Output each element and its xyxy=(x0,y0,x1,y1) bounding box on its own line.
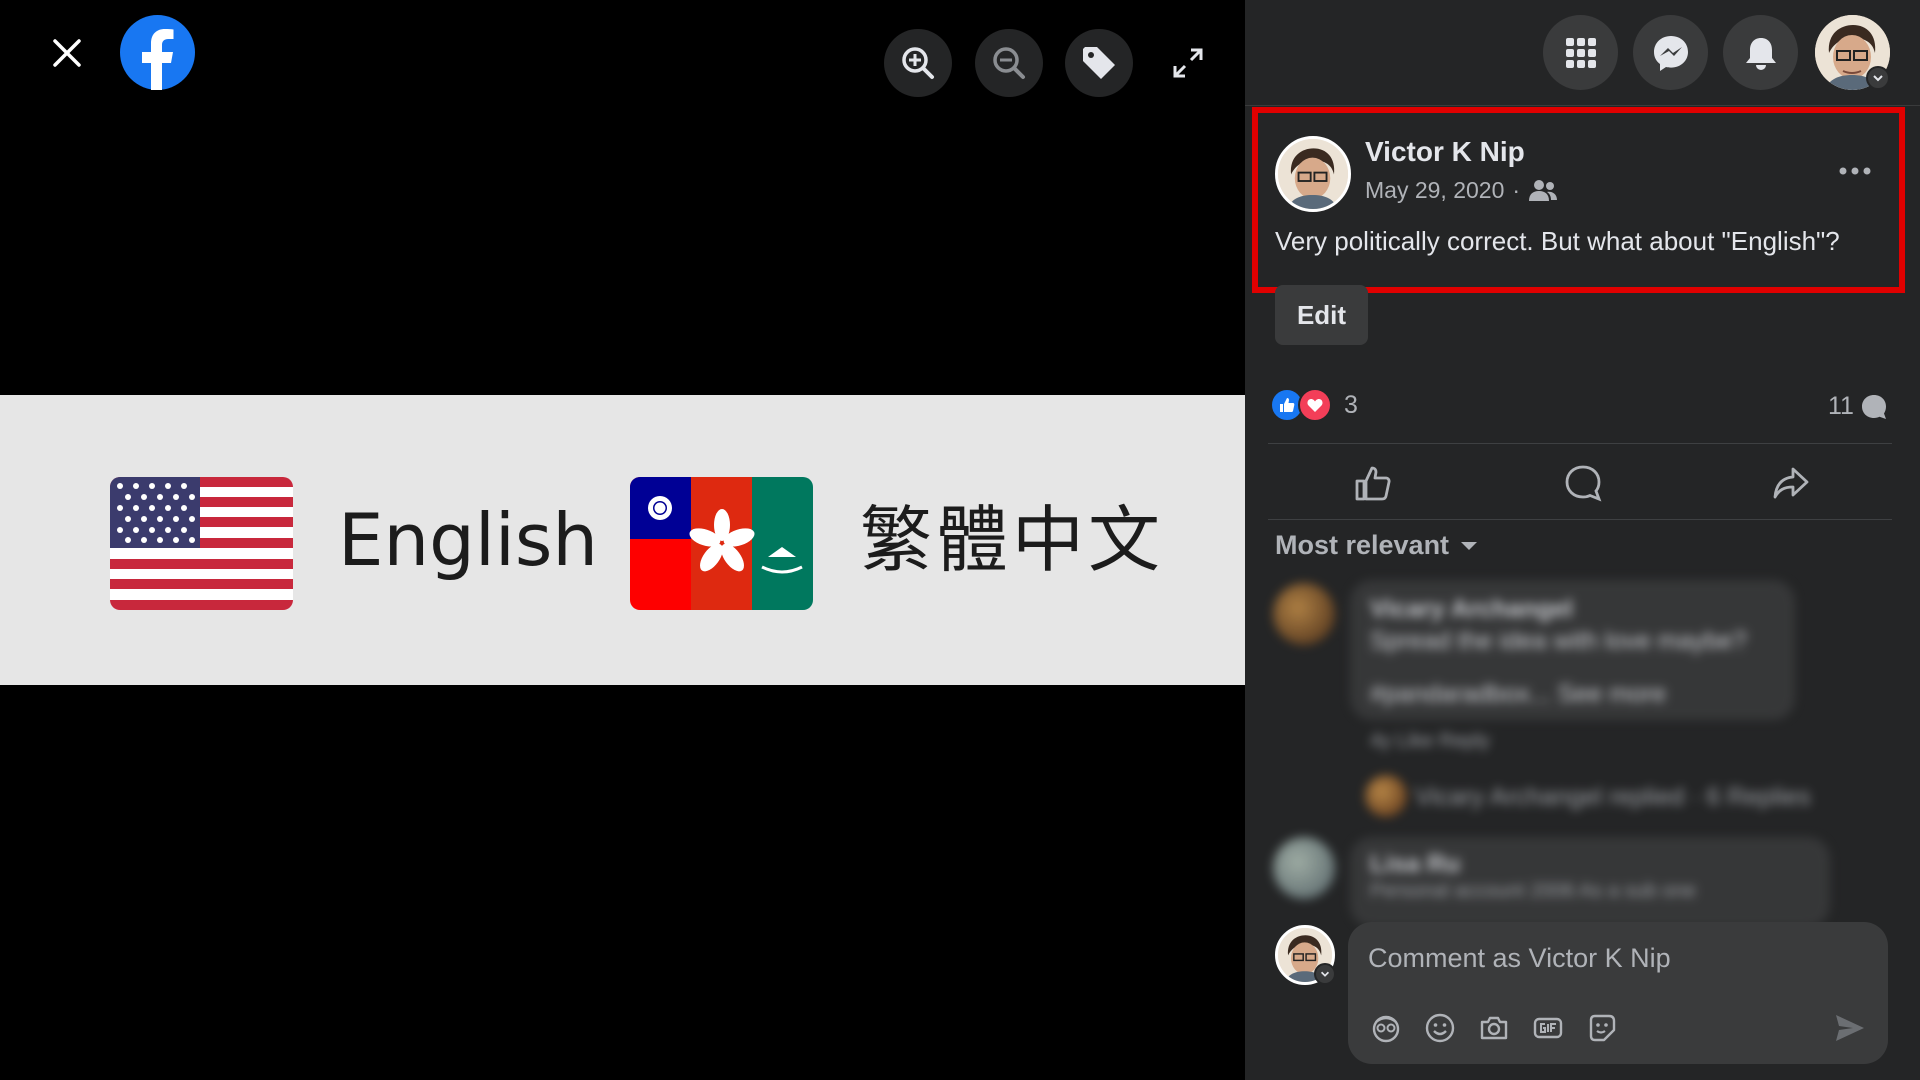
replies-summary: Vicary Archangel replied · 6 Replies xyxy=(1415,783,1811,811)
reaction-summary[interactable]: 3 xyxy=(1270,388,1358,422)
share-button[interactable] xyxy=(1768,460,1814,506)
divider xyxy=(1268,519,1892,520)
sort-label: Most relevant xyxy=(1275,530,1450,560)
account-menu-chevron[interactable] xyxy=(1866,66,1890,90)
bell-icon xyxy=(1745,37,1776,70)
composer-avatar-chevron[interactable] xyxy=(1314,963,1336,985)
comment-actions: 4y Like Reply xyxy=(1370,730,1491,752)
comment-text: Personal account 2006 As a sub one xyxy=(1370,880,1696,902)
grid-menu-icon xyxy=(1565,37,1596,68)
tag-button[interactable] xyxy=(1065,29,1133,97)
notifications-button[interactable] xyxy=(1723,15,1798,90)
comment-input[interactable] xyxy=(1368,938,1838,978)
chevron-down-icon xyxy=(1873,75,1883,82)
gif-button[interactable] xyxy=(1532,1012,1564,1044)
reaction-count: 3 xyxy=(1344,390,1358,419)
post-caption: Very politically correct. But what about… xyxy=(1275,226,1840,256)
tw-hk-mo-flag-image xyxy=(630,477,813,610)
traditional-chinese-label: 繁體中文 xyxy=(860,498,1165,582)
thumbs-up-icon xyxy=(1355,466,1391,501)
tag-icon xyxy=(1083,47,1115,79)
reply-avatar xyxy=(1365,775,1407,817)
messenger-button[interactable] xyxy=(1633,15,1708,90)
expand-icon xyxy=(1173,48,1203,78)
commenter-avatar xyxy=(1273,583,1335,645)
like-button[interactable] xyxy=(1350,460,1396,506)
meta-separator: · xyxy=(1512,177,1521,203)
commenter-name: Vicary Archangel xyxy=(1370,595,1573,623)
messenger-icon xyxy=(1653,35,1688,71)
zoom-out-button[interactable] xyxy=(975,29,1043,97)
composer-toolbar xyxy=(1370,1012,1618,1044)
zoom-in-icon xyxy=(902,47,934,79)
blurred-comments: Vicary Archangel Spread the idea with lo… xyxy=(1265,575,1905,927)
commenter-avatar xyxy=(1273,837,1335,899)
photo-button[interactable] xyxy=(1478,1012,1510,1044)
more-options-icon xyxy=(1839,167,1871,175)
gif-icon xyxy=(1533,1017,1563,1039)
us-flag-image xyxy=(110,477,293,610)
facebook-logo[interactable] xyxy=(120,15,195,90)
facebook-f-icon xyxy=(142,29,174,90)
post-meta: May 29, 2020 · xyxy=(1365,177,1558,204)
comment-bubble-icon xyxy=(1861,394,1886,419)
post-author-avatar[interactable] xyxy=(1275,136,1351,212)
post-author-name[interactable]: Victor K Nip xyxy=(1365,136,1525,168)
love-reaction-icon xyxy=(1298,388,1332,422)
combined-flag-icon xyxy=(630,477,813,610)
sticker-button[interactable] xyxy=(1586,1012,1618,1044)
post-options-button[interactable] xyxy=(1838,150,1872,184)
comment-count-value: 11 xyxy=(1828,392,1854,420)
close-button[interactable] xyxy=(40,26,94,80)
edit-button[interactable]: Edit xyxy=(1275,285,1368,345)
comment-count[interactable]: 11 xyxy=(1828,392,1888,421)
comment-text: Spread the idea with love maybe? xyxy=(1370,627,1747,655)
english-label: English xyxy=(338,498,598,582)
comment-button[interactable] xyxy=(1560,460,1606,506)
divider xyxy=(1268,443,1892,444)
zoom-out-icon xyxy=(993,47,1025,79)
top-navigation xyxy=(1245,0,1920,106)
avatar-sticker-icon xyxy=(1372,1015,1400,1043)
comment-icon xyxy=(1565,465,1602,502)
chevron-down-icon xyxy=(1320,971,1330,977)
photo-viewer: English 繁體中文 xyxy=(0,0,1245,1080)
commenter-name: Lisa Ru xyxy=(1370,850,1461,878)
menu-button[interactable] xyxy=(1543,15,1618,90)
caret-down-icon xyxy=(1461,541,1478,550)
post-date[interactable]: May 29, 2020 xyxy=(1365,177,1504,204)
comment-tags: #pandaradbox... See more xyxy=(1370,680,1667,708)
avatar-sticker-button[interactable] xyxy=(1370,1012,1402,1044)
author-avatar-icon xyxy=(1278,139,1348,209)
comment-composer xyxy=(1348,922,1888,1064)
share-arrow-icon xyxy=(1773,467,1809,499)
send-icon xyxy=(1836,1015,1864,1041)
sticker-icon xyxy=(1589,1014,1616,1042)
close-icon xyxy=(53,39,81,67)
camera-icon xyxy=(1480,1016,1508,1040)
fullscreen-button[interactable] xyxy=(1154,29,1222,97)
zoom-in-button[interactable] xyxy=(884,29,952,97)
emoji-button[interactable] xyxy=(1424,1012,1456,1044)
friends-audience-icon[interactable] xyxy=(1528,179,1558,203)
send-button[interactable] xyxy=(1832,1010,1868,1046)
us-flag-icon xyxy=(110,477,293,610)
photo-image: English 繁體中文 xyxy=(0,395,1245,685)
comment-sort-dropdown[interactable]: Most relevant xyxy=(1275,530,1479,561)
emoji-icon xyxy=(1425,1013,1455,1043)
